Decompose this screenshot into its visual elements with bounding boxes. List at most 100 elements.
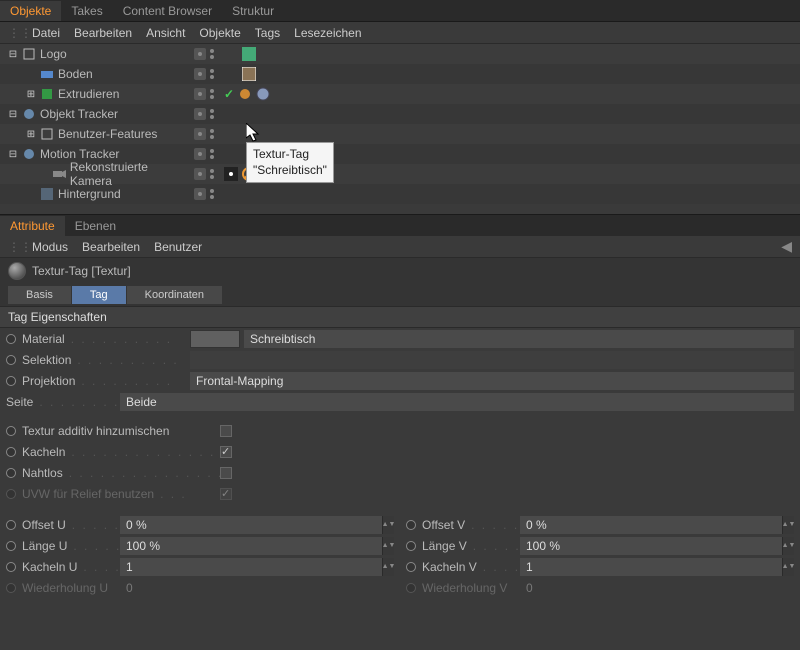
offset-u-input[interactable]: 0 % xyxy=(120,516,382,534)
subtab-koordinaten[interactable]: Koordinaten xyxy=(127,286,222,304)
spinner-buttons[interactable]: ▲▼ xyxy=(782,537,794,555)
layer-flag-icon[interactable] xyxy=(194,168,206,180)
projektion-value[interactable]: Frontal-Mapping xyxy=(190,372,794,390)
checkbox-textur-additiv[interactable] xyxy=(220,425,232,437)
tree-row-extrudieren[interactable]: ⊞Extrudieren ✓ xyxy=(0,84,800,104)
tab-takes[interactable]: Takes xyxy=(61,1,112,21)
anim-dot-icon[interactable] xyxy=(6,562,16,572)
anim-dot-icon[interactable] xyxy=(6,426,16,436)
layer-flag-icon[interactable] xyxy=(194,188,206,200)
anim-dot-icon[interactable] xyxy=(6,520,16,530)
spinner-buttons[interactable]: ▲▼ xyxy=(382,537,394,555)
spinner-buttons[interactable]: ▲▼ xyxy=(382,558,394,576)
prop-seite: Seite. . . . . . . . . . . . . Beide xyxy=(0,391,800,412)
layer-flag-icon[interactable] xyxy=(194,48,206,60)
expander-icon[interactable]: ⊟ xyxy=(8,109,18,120)
laenge-u-input[interactable]: 100 % xyxy=(120,537,382,555)
menu-benutzer[interactable]: Benutzer xyxy=(154,240,202,254)
layer-flag-icon[interactable] xyxy=(194,148,206,160)
layer-flag-icon[interactable] xyxy=(194,68,206,80)
menu-bearbeiten[interactable]: Bearbeiten xyxy=(82,240,140,254)
tree-label: Benutzer-Features xyxy=(58,127,157,141)
tag-icon[interactable] xyxy=(238,87,252,101)
features-object-icon xyxy=(40,127,54,141)
nav-back-icon[interactable]: ◀ xyxy=(781,238,792,255)
anim-dot-icon[interactable] xyxy=(406,520,416,530)
prop-kacheln-v: Kacheln V. . . .1▲▼ xyxy=(400,556,800,577)
visibility-dots-icon[interactable] xyxy=(210,68,220,80)
selektion-value[interactable] xyxy=(190,351,794,369)
offset-v-input[interactable]: 0 % xyxy=(520,516,782,534)
menu-bearbeiten[interactable]: Bearbeiten xyxy=(74,26,132,40)
anim-dot-icon[interactable] xyxy=(406,562,416,572)
anim-dot-icon[interactable] xyxy=(6,334,16,344)
menu-modus[interactable]: Modus xyxy=(32,240,68,254)
tree-row-logo[interactable]: ⊟ Logo xyxy=(0,44,800,64)
material-swatch[interactable] xyxy=(190,330,240,348)
attribute-menu-bar: ⋮⋮ Modus Bearbeiten Benutzer ◀ xyxy=(0,236,800,258)
tab-struktur[interactable]: Struktur xyxy=(222,1,284,21)
kacheln-u-input[interactable]: 1 xyxy=(120,558,382,576)
visibility-dots-icon[interactable] xyxy=(210,48,220,60)
visibility-dots-icon[interactable] xyxy=(210,108,220,120)
laenge-v-input[interactable]: 100 % xyxy=(520,537,782,555)
menu-objekte[interactable]: Objekte xyxy=(199,26,240,40)
tracker-object-icon xyxy=(22,107,36,121)
tab-attribute[interactable]: Attribute xyxy=(0,216,65,236)
expander-icon[interactable]: ⊞ xyxy=(26,89,36,100)
visibility-dots-icon[interactable] xyxy=(210,188,220,200)
visibility-dots-icon[interactable] xyxy=(210,168,220,180)
tree-row-benutzer-features[interactable]: ⊞ Benutzer-Features xyxy=(0,124,800,144)
menu-datei[interactable]: Datei xyxy=(32,26,60,40)
anim-dot-icon[interactable] xyxy=(6,447,16,457)
anim-dot-icon[interactable] xyxy=(406,541,416,551)
target-tag-icon[interactable] xyxy=(224,167,238,181)
layer-flag-icon[interactable] xyxy=(194,88,206,100)
sphere-tag-icon[interactable] xyxy=(256,87,270,101)
checkbox-nahtlos[interactable] xyxy=(220,467,232,479)
anim-dot-icon[interactable] xyxy=(6,376,16,386)
prop-textur-additiv: Textur additiv hinzumischen xyxy=(0,420,800,441)
texture-tag-icon[interactable] xyxy=(242,67,256,81)
visibility-dots-icon[interactable] xyxy=(210,88,220,100)
attribute-sub-tabs: Basis Tag Koordinaten xyxy=(0,284,800,306)
enable-check-icon[interactable]: ✓ xyxy=(224,87,234,101)
tab-ebenen[interactable]: Ebenen xyxy=(65,216,126,236)
tree-row-rekon-kamera[interactable]: Rekonstruierte Kamera xyxy=(0,164,800,184)
prop-projektion: Projektion. . . . . . . . . Frontal-Mapp… xyxy=(0,370,800,391)
menu-ansicht[interactable]: Ansicht xyxy=(146,26,185,40)
tree-row-objekt-tracker[interactable]: ⊟Objekt Tracker xyxy=(0,104,800,124)
tree-label: Hintergrund xyxy=(58,187,121,201)
seite-value[interactable]: Beide xyxy=(120,393,794,411)
expander-icon[interactable]: ⊞ xyxy=(26,129,36,140)
panel-tabs: Objekte Takes Content Browser Struktur xyxy=(0,0,800,22)
tree-row-boden[interactable]: Boden xyxy=(0,64,800,84)
visibility-dots-icon[interactable] xyxy=(210,148,220,160)
tab-content-browser[interactable]: Content Browser xyxy=(113,1,222,21)
menu-lesezeichen[interactable]: Lesezeichen xyxy=(294,26,361,40)
layer-flag-icon[interactable] xyxy=(194,108,206,120)
anim-dot-icon[interactable] xyxy=(6,541,16,551)
anim-dot-icon[interactable] xyxy=(6,468,16,478)
kacheln-v-input[interactable]: 1 xyxy=(520,558,782,576)
expander-icon[interactable]: ⊟ xyxy=(8,149,18,160)
expander-icon[interactable]: ⊟ xyxy=(8,49,18,60)
tree-label: Logo xyxy=(40,47,67,61)
tooltip: Textur-Tag "Schreibtisch" xyxy=(246,142,334,183)
visibility-dots-icon[interactable] xyxy=(210,128,220,140)
spinner-buttons[interactable]: ▲▼ xyxy=(782,516,794,534)
tab-objekte[interactable]: Objekte xyxy=(0,1,61,21)
section-header: Tag Eigenschaften xyxy=(0,306,800,328)
grip-icon: ⋮⋮ xyxy=(8,26,18,40)
subtab-basis[interactable]: Basis xyxy=(8,286,71,304)
tree-row-hintergrund[interactable]: Hintergrund xyxy=(0,184,800,204)
material-value[interactable]: Schreibtisch xyxy=(244,330,794,348)
menu-tags[interactable]: Tags xyxy=(255,26,280,40)
tag-icon[interactable] xyxy=(242,47,256,61)
layer-flag-icon[interactable] xyxy=(194,128,206,140)
spinner-buttons[interactable]: ▲▼ xyxy=(382,516,394,534)
subtab-tag[interactable]: Tag xyxy=(72,286,126,304)
spinner-buttons[interactable]: ▲▼ xyxy=(782,558,794,576)
checkbox-kacheln[interactable] xyxy=(220,446,232,458)
anim-dot-icon[interactable] xyxy=(6,355,16,365)
